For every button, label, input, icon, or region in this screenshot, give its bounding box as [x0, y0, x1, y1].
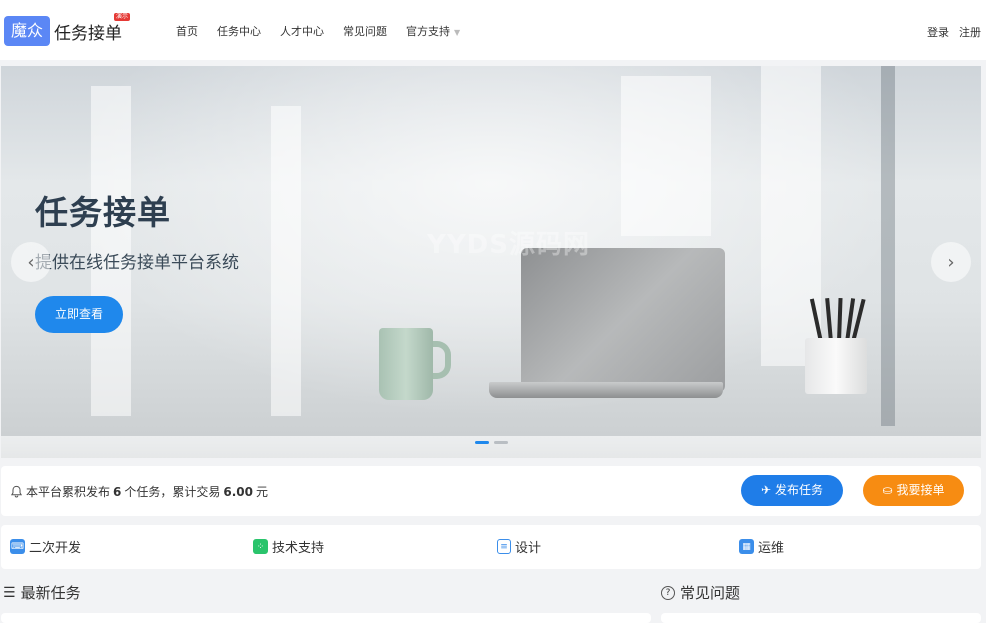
- server-icon: ▦: [739, 539, 754, 554]
- latest-tasks-panel: [1, 613, 651, 623]
- grid-icon: ⁘: [253, 539, 268, 554]
- logo-text: 任务接单 演示: [54, 12, 131, 44]
- faq-heading: ? 常见问题: [661, 582, 740, 603]
- category-label: 设计: [515, 541, 542, 556]
- category-item[interactable]: ⁘ 技术支持: [253, 537, 324, 556]
- publish-task-button[interactable]: ✈ 发布任务: [741, 475, 843, 506]
- chevron-right-icon: ›: [947, 251, 955, 273]
- category-item[interactable]: ⌨ 二次开发: [10, 537, 81, 556]
- carousel-dot[interactable]: [475, 441, 489, 444]
- publish-task-label: 发布任务: [774, 483, 823, 497]
- accept-task-label: 我要接单: [896, 483, 945, 497]
- background-window: [761, 66, 821, 366]
- mug-image: [379, 328, 433, 400]
- nav-official-support[interactable]: 官方支持 ▼: [406, 23, 460, 39]
- watermark: YYDS源码网: [427, 230, 590, 260]
- chevron-down-icon: ▼: [454, 28, 461, 37]
- view-now-button[interactable]: 立即查看: [35, 296, 123, 333]
- register-link[interactable]: 注册: [959, 24, 981, 40]
- nav-faq[interactable]: 常见问题: [343, 23, 387, 39]
- category-item[interactable]: ▦ 运维: [739, 537, 784, 556]
- faq-title: 常见问题: [680, 584, 741, 602]
- category-item[interactable]: ≡ 设计: [497, 537, 541, 556]
- carousel-next-button[interactable]: ›: [931, 242, 971, 282]
- background-window: [271, 106, 301, 416]
- logo-title: 任务接单: [54, 23, 123, 44]
- category-label: 运维: [758, 541, 785, 556]
- latest-tasks-title: 最新任务: [20, 584, 81, 602]
- pencil-image: [825, 297, 833, 343]
- auth-links: 登录 注册: [927, 24, 981, 40]
- nav-talent-center[interactable]: 人才中心: [280, 23, 324, 39]
- latest-tasks-heading: ☰ 最新任务: [3, 582, 81, 603]
- pencil-image: [837, 297, 843, 343]
- stats-text: 本平台累积发布 6 个任务，累计交易 6.00 元: [10, 483, 268, 500]
- laptop-image: [521, 248, 725, 392]
- bell-icon: [10, 485, 23, 498]
- stats-middle: 个任务，累计交易: [124, 485, 221, 499]
- question-circle-icon: ?: [661, 585, 675, 600]
- demo-tag: 演示: [114, 12, 131, 21]
- category-bar: ⌨ 二次开发 ⁘ 技术支持 ≡ 设计 ▦ 运维: [1, 525, 981, 569]
- category-label: 二次开发: [29, 541, 82, 556]
- accept-task-button[interactable]: ⛀ 我要接单: [863, 475, 964, 506]
- faq-panel: [661, 613, 981, 623]
- banner-subtitle: 提供在线任务接单平台系统: [35, 253, 239, 273]
- background-window: [621, 76, 711, 236]
- site-logo[interactable]: 魔众 任务接单 演示: [4, 12, 131, 46]
- task-count: 6: [113, 484, 122, 499]
- nav-official-support-label: 官方支持: [406, 25, 450, 38]
- login-link[interactable]: 登录: [927, 24, 949, 40]
- carousel-indicators: [475, 441, 508, 444]
- banner-title: 任务接单: [35, 193, 171, 232]
- code-icon: ⌨: [10, 539, 25, 554]
- background-window: [881, 66, 895, 426]
- logo-badge: 魔众: [4, 16, 51, 46]
- stats-suffix: 元: [256, 485, 269, 499]
- chevron-left-icon: ‹: [27, 251, 35, 273]
- send-icon: ✈: [761, 483, 772, 497]
- carousel-prev-button[interactable]: ‹: [11, 242, 51, 282]
- carousel-dot[interactable]: [494, 441, 508, 444]
- laptop-base-image: [489, 382, 723, 398]
- list-icon: ☰: [3, 584, 16, 601]
- stats-prefix: 本平台累积发布: [26, 485, 111, 499]
- desk-surface: [1, 436, 981, 458]
- top-header: 魔众 任务接单 演示 首页 任务中心 人才中心 常见问题 官方支持 ▼ 登录 注册: [0, 0, 986, 60]
- category-label: 技术支持: [272, 541, 325, 556]
- nav-home[interactable]: 首页: [176, 23, 198, 39]
- nav-task-center[interactable]: 任务中心: [217, 23, 261, 39]
- platform-stats-bar: 本平台累积发布 6 个任务，累计交易 6.00 元 ✈ 发布任务 ⛀ 我要接单: [1, 466, 981, 516]
- document-icon: ≡: [497, 539, 511, 554]
- pen-cup-image: [805, 338, 867, 394]
- bag-icon: ⛀: [882, 483, 893, 497]
- main-nav: 首页 任务中心 人才中心 常见问题 官方支持 ▼: [176, 23, 479, 39]
- hero-carousel: YYDS源码网 任务接单 提供在线任务接单平台系统 立即查看 ‹ ›: [1, 66, 981, 458]
- trade-amount: 6.00: [223, 484, 253, 499]
